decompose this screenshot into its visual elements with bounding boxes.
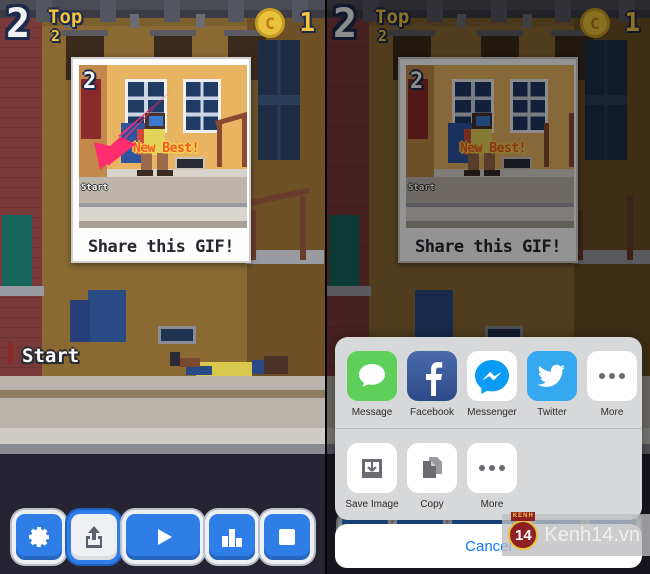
play-icon <box>157 529 172 545</box>
sidewalk-upper <box>0 376 325 436</box>
start-post <box>8 342 13 364</box>
top-score-value: 2 <box>51 27 61 45</box>
share-action-copy[interactable]: Copy <box>407 443 457 510</box>
player-head <box>264 356 288 374</box>
player-leg <box>180 358 200 367</box>
play-button[interactable] <box>125 514 200 560</box>
screenshot-root: Start 2 Top 2 C 1 New Best! Start 2 Shar… <box>0 0 650 574</box>
game-toolbar <box>0 510 325 564</box>
watermark-badge-number: 14 <box>515 526 532 544</box>
leaderboard-icon <box>221 529 242 547</box>
copy-icon <box>407 443 457 493</box>
wall-vent <box>158 326 196 344</box>
dumpster-side <box>70 300 90 342</box>
ground-strip <box>0 390 325 398</box>
share-action-label: Save Image <box>345 499 399 510</box>
share-sheet: Message Facebook Messenger Twitter More … <box>335 337 642 520</box>
dumpster <box>88 290 126 342</box>
share-actions-row: Save Image Copy More <box>335 429 642 520</box>
settings-button[interactable] <box>15 514 62 560</box>
share-app-label: Messenger <box>467 407 517 418</box>
right-panel: 2 Top 2 C 1 New Best! Start 2 Share this… <box>325 0 650 574</box>
watermark: 14 KENH Kenh14.vn <box>502 512 650 556</box>
gif-rail <box>217 123 222 167</box>
coin-count: 1 <box>299 8 315 38</box>
character-button[interactable] <box>263 514 310 560</box>
save-image-icon <box>347 443 397 493</box>
twitter-icon <box>527 351 577 401</box>
left-panel: Start 2 Top 2 C 1 New Best! Start 2 Shar… <box>0 0 325 574</box>
top-score-label: Top <box>48 6 83 28</box>
share-icon <box>85 526 102 548</box>
pointer-arrow-icon <box>94 90 172 170</box>
player-character <box>168 352 288 382</box>
stair-rail <box>300 196 306 260</box>
share-apps-row: Message Facebook Messenger Twitter More <box>335 337 642 429</box>
watermark-badge: 14 KENH <box>508 512 539 550</box>
leaderboard-button[interactable] <box>208 514 255 560</box>
share-action-label: More <box>480 499 504 510</box>
gear-icon <box>28 527 49 547</box>
stoop <box>246 250 324 264</box>
share-app-label: Twitter <box>537 407 567 418</box>
gif-rail <box>242 113 247 167</box>
brick-wall <box>0 8 42 378</box>
gif-start-label: Start <box>81 183 109 193</box>
messenger-icon <box>467 351 517 401</box>
gif-caption: Share this GIF! <box>87 237 235 257</box>
share-app-twitter[interactable]: Twitter <box>527 351 577 418</box>
share-action-label: Copy <box>420 499 444 510</box>
door <box>2 215 32 287</box>
score-display: 2 <box>6 1 31 47</box>
player-arm <box>186 366 212 375</box>
facebook-icon <box>407 351 457 401</box>
stoop <box>0 286 44 296</box>
watermark-badge-top: KENH <box>511 512 536 521</box>
share-app-messenger[interactable]: Messenger <box>467 351 517 418</box>
share-action-more[interactable]: More <box>467 443 517 510</box>
watermark-text: Kenh14.vn <box>544 523 640 546</box>
more-dots-icon <box>587 351 637 401</box>
share-app-message[interactable]: Message <box>347 351 397 418</box>
coin-icon: C <box>255 8 285 38</box>
share-app-more[interactable]: More <box>587 351 637 418</box>
more-dots-icon <box>467 443 517 493</box>
character-icon <box>278 529 295 545</box>
start-label: Start <box>22 345 80 367</box>
hud: 2 Top 2 C 1 <box>0 0 325 60</box>
share-action-save-image[interactable]: Save Image <box>345 443 399 510</box>
share-app-label: More <box>600 407 624 418</box>
gif-street-line <box>79 221 247 228</box>
share-button[interactable] <box>70 514 117 560</box>
share-app-label: Message <box>351 407 393 418</box>
messages-icon <box>347 351 397 401</box>
player-shoe <box>170 352 180 366</box>
share-app-facebook[interactable]: Facebook <box>407 351 457 418</box>
share-app-label: Facebook <box>410 407 454 418</box>
